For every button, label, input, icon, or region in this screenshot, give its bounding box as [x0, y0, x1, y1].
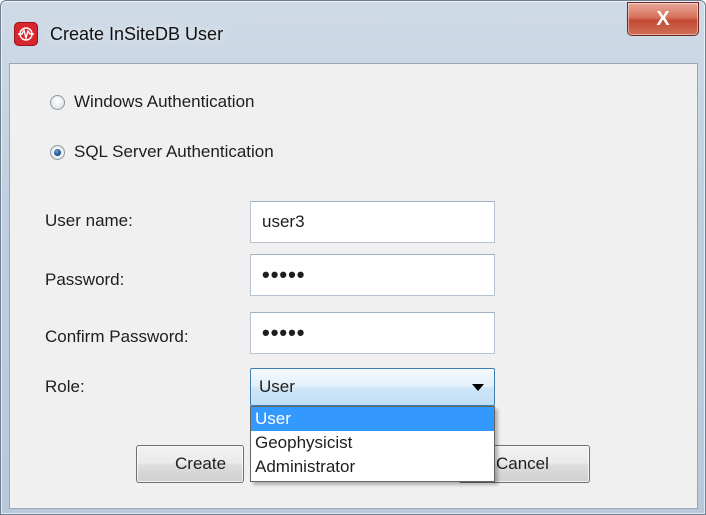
- password-label: Password:: [45, 270, 125, 289]
- sql-auth-option[interactable]: SQL Server Authentication: [50, 142, 274, 162]
- seismic-wave-icon: [14, 22, 38, 46]
- cancel-button-label: Cancel: [496, 454, 549, 473]
- role-label: Role:: [45, 377, 85, 396]
- username-label: User name:: [45, 211, 133, 230]
- role-dropdown-list: User Geophysicist Administrator: [250, 406, 495, 482]
- close-button[interactable]: X: [627, 2, 699, 36]
- role-selected-value: User: [259, 377, 295, 396]
- create-button-label: Create: [175, 454, 227, 473]
- confirm-password-input[interactable]: •••••: [250, 312, 495, 354]
- windows-auth-label: Windows Authentication: [74, 92, 255, 111]
- create-user-dialog: Create InSiteDB User X Windows Authentic…: [0, 0, 706, 515]
- role-option-administrator[interactable]: Administrator: [251, 455, 494, 479]
- windows-auth-option[interactable]: Windows Authentication: [50, 92, 255, 112]
- chevron-down-icon[interactable]: [472, 384, 484, 391]
- window-title: Create InSiteDB User: [50, 24, 224, 44]
- role-select[interactable]: User: [250, 368, 495, 406]
- title-bar[interactable]: Create InSiteDB User X: [1, 1, 705, 63]
- close-icon: X: [656, 7, 670, 30]
- role-option-geophysicist[interactable]: Geophysicist: [251, 431, 494, 455]
- username-input[interactable]: user3: [250, 201, 495, 243]
- sql-auth-label: SQL Server Authentication: [74, 142, 274, 161]
- password-input[interactable]: •••••: [250, 254, 495, 296]
- dialog-body: Windows Authentication SQL Server Authen…: [9, 63, 698, 509]
- sql-auth-radio[interactable]: [50, 144, 65, 160]
- windows-auth-radio[interactable]: [50, 94, 65, 110]
- confirm-password-label: Confirm Password:: [45, 327, 189, 346]
- create-button[interactable]: Create: [136, 445, 244, 483]
- role-option-user[interactable]: User: [251, 407, 494, 431]
